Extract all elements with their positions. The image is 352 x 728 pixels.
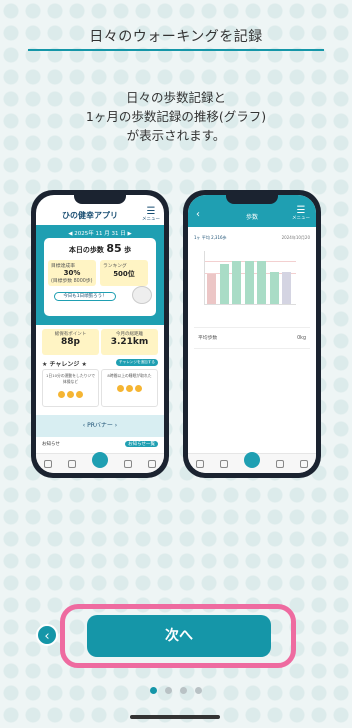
home-tab-icon bbox=[92, 451, 108, 468]
chart-bar bbox=[232, 260, 241, 304]
chart-bar bbox=[244, 260, 254, 304]
description-line-2: 1ヶ月の歩数記録の推移(グラフ) bbox=[85, 109, 267, 124]
next-button[interactable]: 次へ bbox=[87, 615, 271, 657]
chart-bar bbox=[269, 271, 279, 304]
tab-bar bbox=[188, 451, 316, 473]
tab-icon bbox=[44, 459, 52, 468]
ranking-card: ランキング 500位 bbox=[100, 260, 148, 286]
add-challenge-button: チャレンジを追加する bbox=[116, 359, 158, 366]
home-indicator bbox=[130, 715, 220, 719]
points-card: 総保有ポイント 88p bbox=[42, 329, 99, 355]
menu-icon: ☰ メニュー bbox=[142, 206, 160, 223]
page-dot bbox=[150, 687, 157, 694]
news-more-button: お知らせ一覧 bbox=[125, 441, 158, 447]
chart-average: 1ヶ 平均 2,316歩 bbox=[194, 235, 227, 240]
average-value: 0kg bbox=[297, 336, 306, 341]
phone-mockup-steps: ‹ 歩数 ☰ メニュー 2024年10月20 1ヶ 平均 2,316歩 0kg 平… bbox=[183, 190, 321, 478]
chart-date: 2024年10月20 bbox=[281, 235, 310, 240]
challenge-card: 1日10分の運動をしたりジで体操など bbox=[42, 369, 99, 407]
date-nav: ◀ 2025年 11 月 31 日 ▶ bbox=[68, 231, 132, 237]
average-steps-row: 0kg 平均歩数 bbox=[194, 327, 310, 349]
steps-chart: 2024年10月20 1ヶ 平均 2,316歩 bbox=[194, 235, 310, 315]
back-button[interactable]: ‹ bbox=[36, 624, 58, 646]
tab-icon bbox=[196, 459, 204, 468]
phone-notch bbox=[74, 195, 126, 204]
average-label: 平均歩数 bbox=[198, 336, 218, 341]
challenge-section: ★ チャレンジ ★ チャレンジを追加する 1日10分の運動をしたりジで体操など … bbox=[42, 359, 158, 411]
page-dot bbox=[180, 687, 187, 694]
goal-rate-card: 目標達成率 30% (目標歩数 8000歩) bbox=[48, 260, 96, 286]
pr-banner: ‹ PRバナー › bbox=[36, 415, 164, 437]
page-indicator bbox=[0, 679, 352, 698]
mascot-icon bbox=[132, 286, 152, 304]
chart-plot-area bbox=[204, 251, 296, 305]
tab-icon bbox=[276, 459, 284, 468]
header: 日々のウォーキングを記録 bbox=[0, 0, 352, 54]
phone-mockup-home: ひの健幸アプリ ☰ メニュー ◀ 2025年 11 月 31 日 ▶ 本日の歩数 … bbox=[31, 190, 169, 478]
description-line-1: 日々の歩数記録と bbox=[125, 90, 226, 105]
stats-row: 総保有ポイント 88p 今月の総距離 3.21km bbox=[42, 329, 158, 355]
description: 日々の歩数記録と 1ヶ月の歩数記録の推移(グラフ) が表示されます。 bbox=[0, 88, 352, 145]
chart-bar bbox=[207, 274, 216, 304]
chart-header: 2024年10月20 1ヶ 平均 2,316歩 bbox=[194, 235, 310, 241]
phone-notch bbox=[226, 195, 278, 204]
page-dot bbox=[195, 687, 202, 694]
tab-icon bbox=[300, 459, 308, 468]
today-steps-card: 本日の歩数 85 歩 目標達成率 30% (目標歩数 8000歩) ランキング … bbox=[44, 238, 156, 316]
distance-card: 今月の総距離 3.21km bbox=[101, 329, 158, 355]
chart-bar bbox=[282, 271, 291, 304]
steps-hero: ◀ 2025年 11 月 31 日 ▶ 本日の歩数 85 歩 目標達成率 30%… bbox=[36, 225, 164, 325]
app-title: ひの健幸アプリ bbox=[62, 211, 118, 220]
chart-bar bbox=[219, 263, 229, 304]
page-dot bbox=[165, 687, 172, 694]
menu-icon: ☰ メニュー bbox=[292, 205, 310, 222]
app-header: ひの健幸アプリ ☰ メニュー bbox=[36, 207, 164, 225]
phone-screen-home: ひの健幸アプリ ☰ メニュー ◀ 2025年 11 月 31 日 ▶ 本日の歩数 … bbox=[36, 195, 164, 473]
tab-icon bbox=[124, 459, 132, 468]
today-steps: 本日の歩数 85 歩 bbox=[68, 242, 132, 255]
home-tab-icon bbox=[244, 451, 260, 468]
description-line-3: が表示されます。 bbox=[126, 128, 226, 143]
phone-screen-steps: ‹ 歩数 ☰ メニュー 2024年10月20 1ヶ 平均 2,316歩 0kg 平… bbox=[188, 195, 316, 473]
cheer-message: 今日も1日頑張ろう！ bbox=[54, 292, 116, 301]
tab-icon bbox=[68, 459, 76, 468]
chart-bar bbox=[257, 260, 266, 304]
challenge-card: 8時間以上の睡眠が取れた bbox=[101, 369, 158, 407]
page-title: 日々のウォーキングを記録 bbox=[89, 29, 263, 45]
header-underline bbox=[28, 49, 324, 51]
news-label: お知らせ bbox=[42, 442, 60, 447]
tab-icon bbox=[220, 459, 228, 468]
news-row: お知らせ一覧 お知らせ bbox=[42, 441, 158, 449]
tab-icon bbox=[148, 459, 156, 468]
tab-bar bbox=[36, 451, 164, 473]
